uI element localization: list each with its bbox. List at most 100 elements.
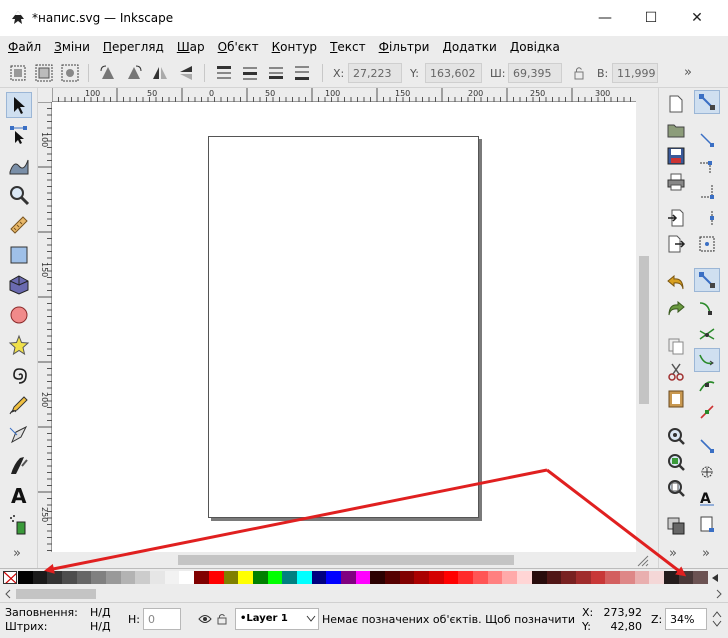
palette-menu-arrow-icon[interactable]	[710, 573, 720, 583]
color-swatch[interactable]	[150, 571, 166, 584]
color-swatch[interactable]	[355, 571, 371, 584]
menu-text[interactable]: Текст	[330, 40, 366, 54]
snap-bbox-corner-button[interactable]	[694, 180, 720, 204]
y-coordinate-input[interactable]: 163,602	[425, 63, 482, 83]
snap-nodes-button[interactable]	[694, 268, 720, 292]
color-swatch[interactable]	[487, 571, 503, 584]
import-icon[interactable]	[666, 208, 686, 228]
snap-center-button[interactable]	[694, 232, 720, 256]
color-swatch[interactable]	[32, 571, 48, 584]
zoom-page-icon[interactable]	[666, 478, 686, 498]
eye-icon[interactable]	[198, 613, 212, 625]
select-all-icon[interactable]	[8, 63, 28, 83]
color-swatch[interactable]	[179, 571, 195, 584]
undo-icon[interactable]	[666, 272, 686, 292]
color-swatch[interactable]	[370, 571, 386, 584]
select-all-layers-icon[interactable]	[34, 63, 54, 83]
tweak-tool[interactable]	[6, 152, 32, 178]
color-swatch[interactable]	[414, 571, 430, 584]
palette-scroll-thumb[interactable]	[16, 589, 96, 599]
color-swatch[interactable]	[106, 571, 122, 584]
raise-to-top-icon[interactable]	[214, 63, 234, 83]
snap-more-button[interactable]: »	[702, 546, 710, 561]
menu-layer[interactable]: Шар	[177, 40, 205, 54]
commands-more-button[interactable]: »	[669, 546, 677, 561]
color-swatch[interactable]	[634, 571, 650, 584]
color-swatch[interactable]	[135, 571, 151, 584]
snap-midpoint-button[interactable]	[694, 206, 720, 230]
deselect-icon[interactable]	[60, 63, 80, 83]
pencil-tool[interactable]	[6, 392, 32, 418]
duplicate-icon[interactable]	[666, 516, 686, 536]
spray-tool[interactable]	[6, 512, 32, 538]
color-swatch[interactable]	[194, 571, 210, 584]
text-tool[interactable]: A	[6, 482, 32, 508]
color-swatch[interactable]	[326, 571, 342, 584]
color-swatch[interactable]	[443, 571, 459, 584]
color-swatch[interactable]	[619, 571, 636, 584]
snap-smooth-button[interactable]	[694, 374, 720, 398]
rotate-cw-icon[interactable]	[124, 63, 144, 83]
export-icon[interactable]	[666, 234, 686, 254]
spiral-tool[interactable]	[6, 362, 32, 388]
color-swatch[interactable]	[399, 571, 415, 584]
color-swatch[interactable]	[120, 571, 136, 584]
color-swatch[interactable]	[561, 571, 577, 584]
color-swatch[interactable]	[208, 571, 225, 584]
node-tool[interactable]	[6, 122, 32, 148]
snap-object-center-button[interactable]	[694, 434, 720, 458]
zoom-input[interactable]: 34%	[665, 608, 707, 630]
color-swatch[interactable]	[238, 571, 254, 584]
menu-help[interactable]: Довідка	[510, 40, 560, 54]
menu-filters[interactable]: Фільтри	[379, 40, 430, 54]
drawing-canvas[interactable]	[52, 102, 636, 552]
color-swatch[interactable]	[47, 571, 63, 584]
calligraphy-tool[interactable]	[6, 452, 32, 478]
menu-path[interactable]: Контур	[272, 40, 317, 54]
raise-icon[interactable]	[240, 63, 260, 83]
lower-icon[interactable]	[266, 63, 286, 83]
color-swatch[interactable]	[164, 571, 180, 584]
color-swatch[interactable]	[385, 571, 401, 584]
toolbox-more-button[interactable]: »	[13, 546, 21, 561]
color-swatch[interactable]	[62, 571, 78, 584]
pen-tool[interactable]	[6, 422, 32, 448]
layer-select[interactable]: •Layer 1	[235, 608, 319, 630]
resize-grip-icon[interactable]	[636, 554, 650, 568]
scroll-left-arrow-icon[interactable]	[3, 589, 13, 599]
lock-icon[interactable]	[569, 63, 589, 83]
color-swatch[interactable]	[605, 571, 621, 584]
color-swatch[interactable]	[296, 571, 313, 584]
save-icon[interactable]	[666, 146, 686, 166]
zoom-drawing-icon[interactable]	[666, 452, 686, 472]
flip-horizontal-icon[interactable]	[150, 63, 170, 83]
selector-tool[interactable]	[6, 92, 32, 118]
color-swatch[interactable]	[502, 571, 518, 584]
redo-icon[interactable]	[666, 298, 686, 318]
scroll-right-arrow-icon[interactable]	[714, 589, 724, 599]
more-controls-button[interactable]: »	[684, 65, 692, 80]
horizontal-scroll-thumb[interactable]	[178, 555, 514, 565]
vertical-scrollbar[interactable]	[636, 88, 652, 552]
color-swatch[interactable]	[575, 571, 592, 584]
snap-text-baseline-button[interactable]: A	[694, 486, 720, 510]
snap-line-midpoint-button[interactable]	[694, 400, 720, 424]
no-paint-swatch[interactable]: X	[3, 571, 17, 584]
menu-object[interactable]: Об'єкт	[218, 40, 259, 54]
snap-intersection-button[interactable]	[694, 322, 720, 346]
star-tool[interactable]	[6, 332, 32, 358]
zoom-tool[interactable]	[6, 182, 32, 208]
color-swatch[interactable]	[546, 571, 562, 584]
color-swatch[interactable]	[429, 571, 445, 584]
horizontal-scrollbar[interactable]	[38, 552, 652, 568]
color-swatch[interactable]	[458, 571, 474, 584]
color-swatch[interactable]	[517, 571, 533, 584]
color-swatch[interactable]	[590, 571, 606, 584]
print-icon[interactable]	[666, 172, 686, 192]
new-document-icon[interactable]	[666, 94, 686, 114]
lower-to-bottom-icon[interactable]	[292, 63, 312, 83]
zoom-stepper-icon[interactable]	[711, 609, 723, 629]
menu-extensions[interactable]: Додатки	[442, 40, 496, 54]
color-swatch[interactable]	[76, 571, 92, 584]
color-swatch[interactable]	[311, 571, 327, 584]
